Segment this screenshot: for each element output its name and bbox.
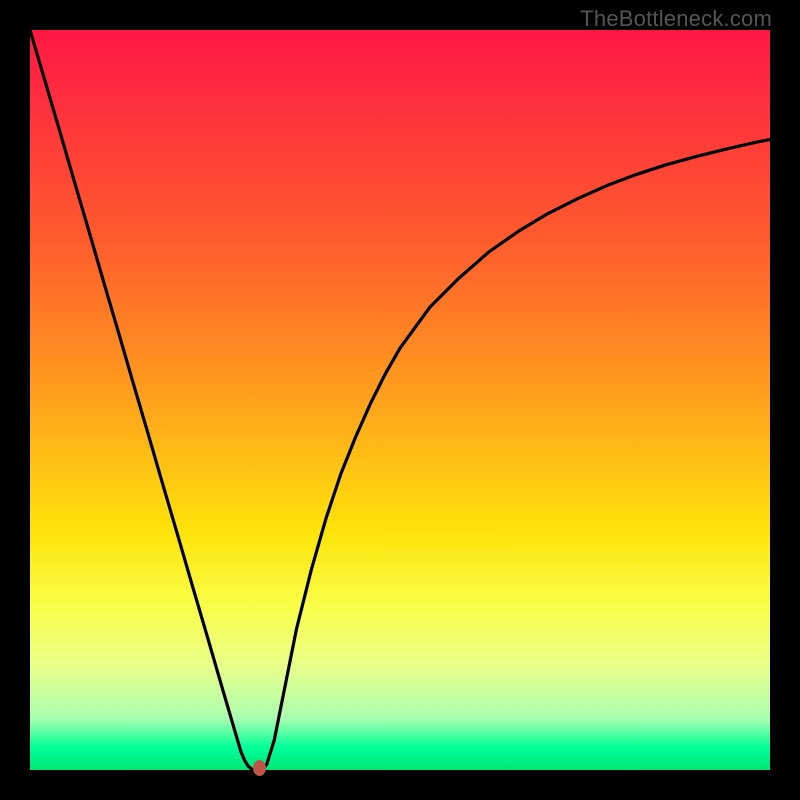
curve-svg xyxy=(30,30,770,770)
bottleneck-curve xyxy=(30,30,770,770)
chart-frame: TheBottleneck.com xyxy=(0,0,800,800)
watermark-text: TheBottleneck.com xyxy=(580,6,772,32)
optimum-marker xyxy=(253,760,266,776)
